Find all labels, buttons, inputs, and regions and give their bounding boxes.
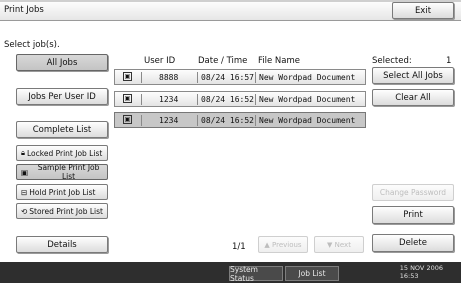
table-row[interactable]: ▣ 8888 08/24 16:57 New Wordpad Document xyxy=(114,69,366,85)
column-divider xyxy=(197,94,198,105)
job-list-button[interactable]: Job List xyxy=(285,266,339,281)
sample-print-icon: ▣ xyxy=(123,72,132,81)
hold-print-job-list-button[interactable]: ⊟ Hold Print Job List xyxy=(16,184,108,200)
select-prompt: Select job(s). xyxy=(4,40,60,50)
hold-label: Hold Print Job List xyxy=(29,187,96,197)
stored-print-job-list-button[interactable]: ⟲ Stored Print Job List xyxy=(16,203,108,219)
row-user-id: 1234 xyxy=(159,95,179,104)
delete-button[interactable]: Delete xyxy=(372,234,454,252)
sample-print-job-list-button[interactable]: ▣ Sample Print Job List xyxy=(16,163,108,181)
column-divider xyxy=(255,94,256,105)
locked-label: Locked Print Job List xyxy=(27,148,103,158)
date-text: 15 NOV 2006 xyxy=(399,264,443,272)
column-divider xyxy=(255,72,256,83)
sample-print-icon: ▣ xyxy=(123,115,132,124)
jobs-per-user-button[interactable]: Jobs Per User ID xyxy=(16,88,108,105)
row-user-id: 8888 xyxy=(159,73,179,82)
stored-print-icon: ⟲ xyxy=(21,206,28,216)
complete-list-button[interactable]: Complete List xyxy=(16,121,108,138)
table-row[interactable]: ▣ 1234 08/24 16:52 New Wordpad Document xyxy=(114,91,366,107)
system-status-button[interactable]: System Status xyxy=(229,265,283,283)
sample-print-icon: ▣ xyxy=(21,167,29,177)
date-time-display: 15 NOV 2006 16:53 xyxy=(400,264,443,280)
row-date-time: 08/24 16:52 xyxy=(201,116,254,125)
row-file-name: New Wordpad Document xyxy=(259,116,356,125)
column-divider xyxy=(141,115,142,126)
previous-page-button[interactable]: ▲ Previous xyxy=(258,236,308,253)
row-file-name: New Wordpad Document xyxy=(259,95,356,104)
column-divider xyxy=(141,72,142,83)
row-user-id: 1234 xyxy=(159,116,179,125)
stored-label: Stored Print Job List xyxy=(29,206,103,216)
select-all-jobs-button[interactable]: Select All Jobs xyxy=(372,67,454,84)
change-password-button[interactable]: Change Password xyxy=(372,184,454,201)
all-jobs-button[interactable]: All Jobs xyxy=(16,54,108,71)
header-file-name: File Name xyxy=(258,56,301,66)
column-divider xyxy=(197,115,198,126)
clear-all-button[interactable]: Clear All xyxy=(372,89,454,106)
selected-count: 1 xyxy=(446,56,452,66)
window-title: Print Jobs xyxy=(4,5,44,15)
row-file-name: New Wordpad Document xyxy=(259,73,356,82)
selected-label: Selected: xyxy=(372,56,412,66)
locked-print-job-list-button[interactable]: 🔒︎ Locked Print Job List xyxy=(16,145,108,161)
sample-label: Sample Print Job List xyxy=(37,163,100,181)
column-divider xyxy=(255,115,256,126)
table-row-selected[interactable]: ▣ 1234 08/24 16:52 New Wordpad Document xyxy=(114,112,366,128)
next-page-button[interactable]: ▼ Next xyxy=(314,236,364,253)
time-text: 16:53 xyxy=(399,272,419,280)
print-jobs-screen: Print Jobs Exit Select job(s). All Jobs … xyxy=(0,0,461,262)
header-date-time: Date / Time xyxy=(198,56,248,66)
exit-button[interactable]: Exit xyxy=(392,2,454,19)
sample-print-icon: ▣ xyxy=(123,94,132,103)
column-divider xyxy=(141,94,142,105)
details-button[interactable]: Details xyxy=(16,236,108,253)
column-divider xyxy=(197,72,198,83)
row-date-time: 08/24 16:57 xyxy=(201,73,254,82)
row-date-time: 08/24 16:52 xyxy=(201,95,254,104)
hold-print-icon: ⊟ xyxy=(21,187,28,197)
page-indicator: 1/1 xyxy=(232,242,246,252)
print-button[interactable]: Print xyxy=(372,206,454,224)
lock-icon: 🔒︎ xyxy=(21,148,25,157)
header-user-id: User ID xyxy=(144,56,176,66)
